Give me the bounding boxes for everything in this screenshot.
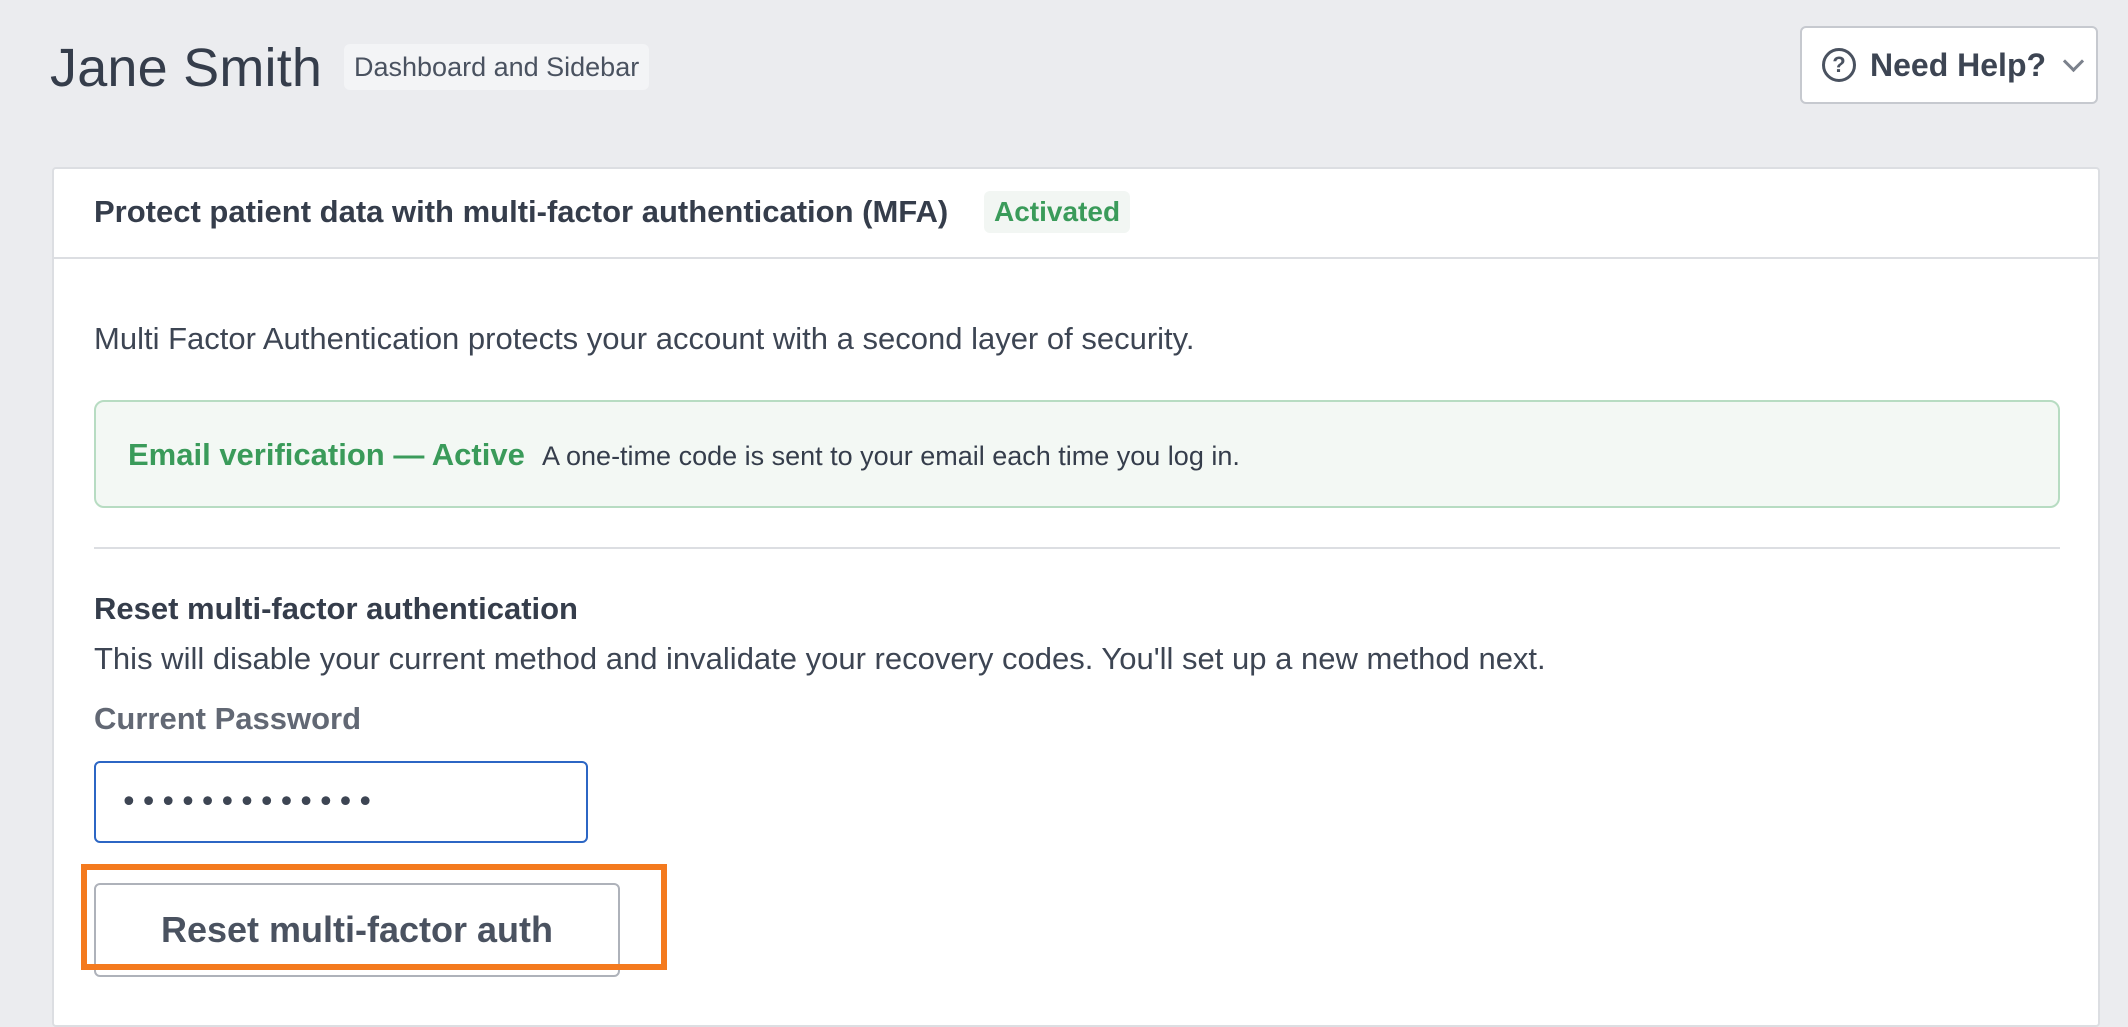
mfa-card-header: Protect patient data with multi-factor a… [54,169,2098,259]
context-badge: Dashboard and Sidebar [344,44,650,90]
active-method-panel: Email verification — Active A one-time c… [94,400,2060,508]
mfa-card: Protect patient data with multi-factor a… [52,167,2100,1027]
reset-mfa-heading: Reset multi-factor authentication [94,591,578,626]
need-help-label: Need Help? [1870,46,2047,83]
need-help-button[interactable]: ? Need Help? [1800,26,2098,104]
active-method-description: A one-time code is sent to your email ea… [542,441,1240,471]
page-header: Jane Smith Dashboard and Sidebar ? Need … [0,0,2128,140]
question-circle-icon: ? [1822,48,1856,82]
status-badge: Activated [984,191,1131,233]
current-password-label: Current Password [94,701,362,736]
reset-mfa-button[interactable]: Reset multi-factor auth [94,883,620,977]
section-divider [94,547,2060,549]
page-title: Jane Smith [50,38,323,98]
active-method-title: Email verification — Active [128,437,525,472]
chevron-down-icon [2062,50,2085,72]
current-password-field[interactable] [94,761,588,843]
mfa-card-title: Protect patient data with multi-factor a… [94,194,949,229]
reset-mfa-description: This will disable your current method an… [94,641,1546,676]
mfa-intro-text: Multi Factor Authentication protects you… [94,321,1195,356]
